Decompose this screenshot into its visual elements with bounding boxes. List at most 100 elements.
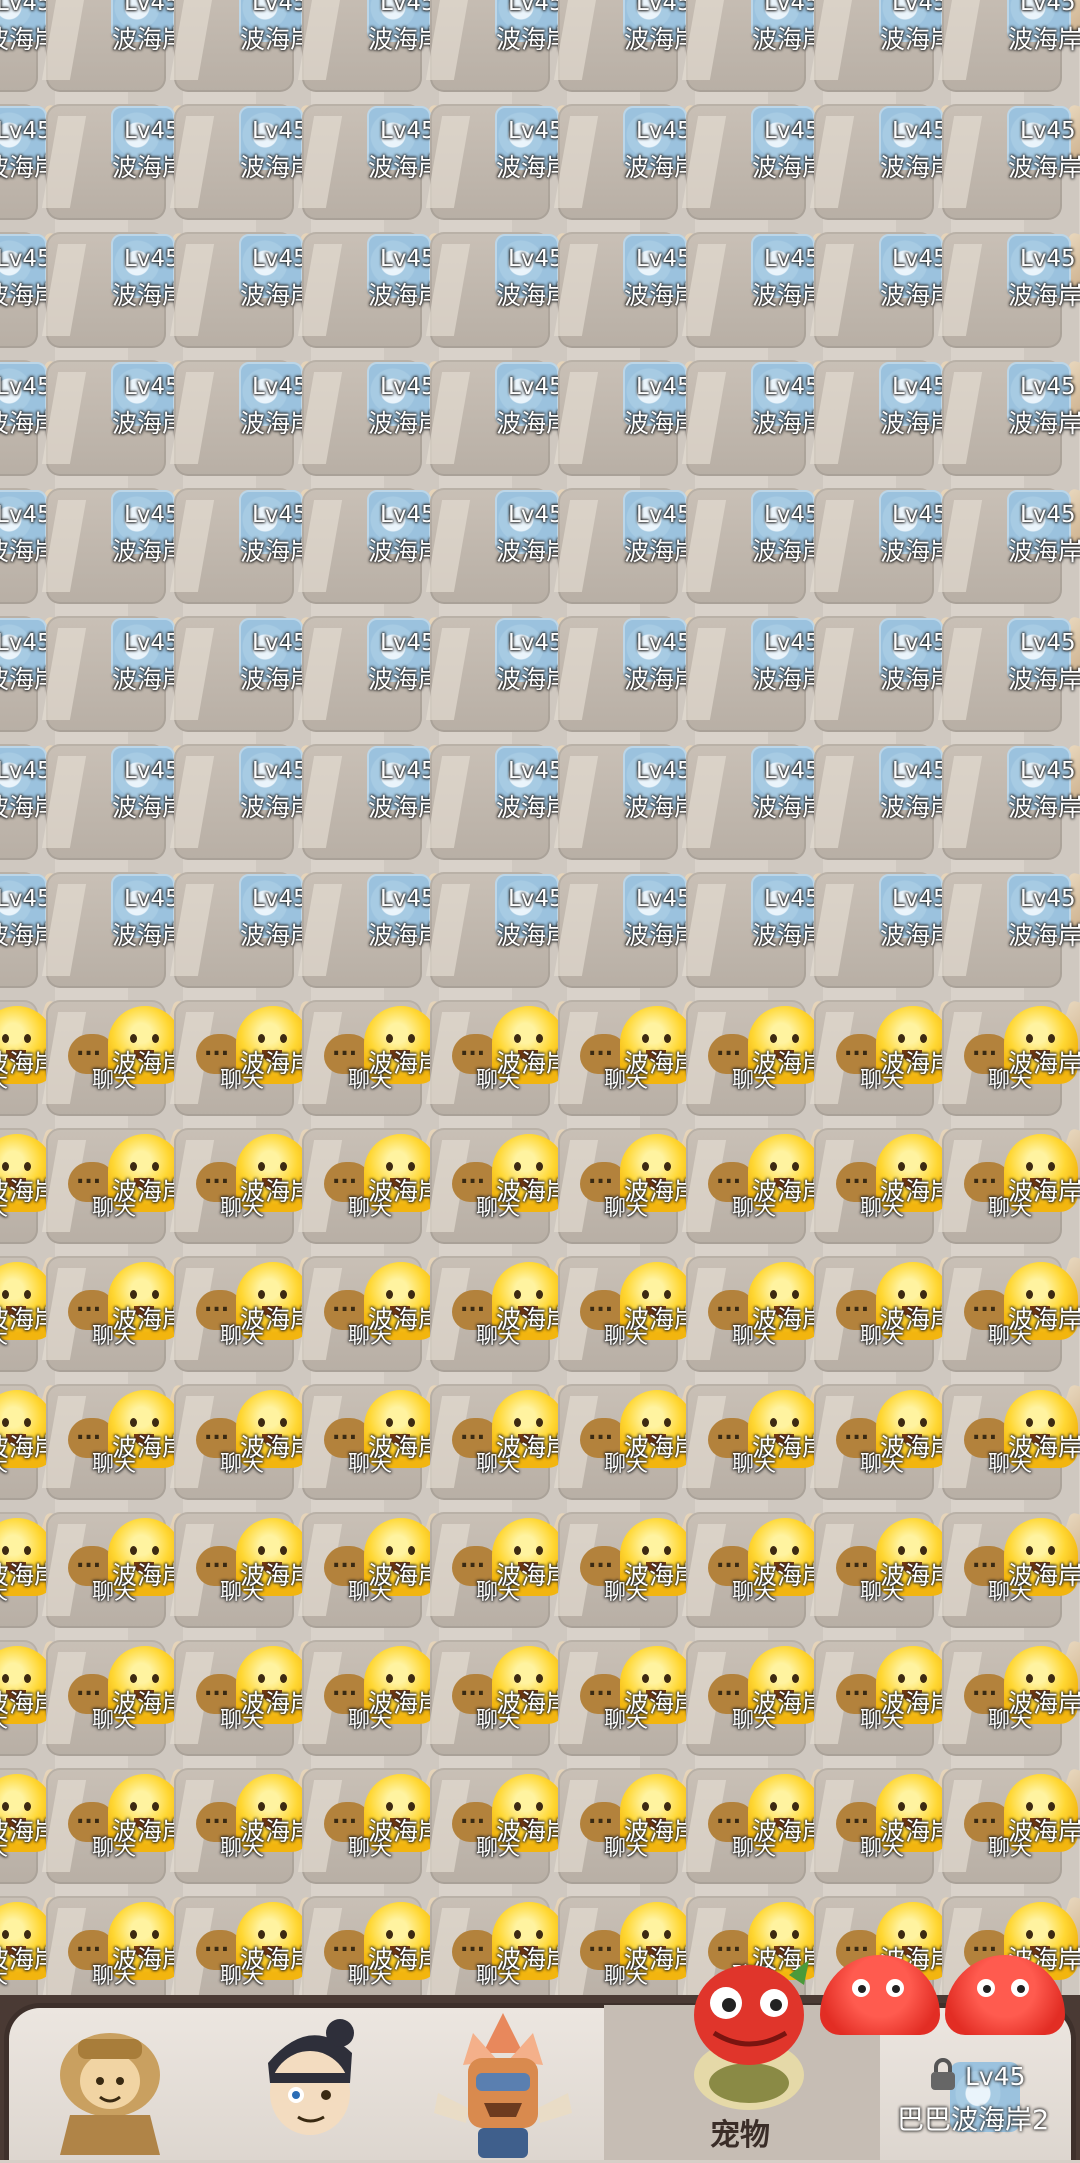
map-tile[interactable]: Lv45波海岸2 <box>41 738 210 866</box>
map-tile[interactable]: Lv45波海岸2 <box>41 0 210 98</box>
map-tile[interactable]: Lv45波海岸2 <box>553 610 722 738</box>
chat-tile[interactable]: 聊天波海岸2 <box>809 1250 978 1378</box>
chat-tile[interactable]: 聊天波海岸2 <box>425 1762 594 1890</box>
map-tile[interactable]: Lv45波海岸2 <box>425 0 594 98</box>
chat-tile[interactable]: 聊天波海岸2 <box>297 1890 466 2000</box>
map-tile[interactable]: Lv45波海岸2 <box>169 482 338 610</box>
map-tile[interactable]: Lv45波海岸2 <box>937 866 1080 994</box>
map-tile[interactable]: Lv45波海岸2 <box>425 738 594 866</box>
map-tile[interactable]: Lv45波海岸2 <box>681 482 850 610</box>
map-tile[interactable]: Lv45波海岸2 <box>809 98 978 226</box>
map-tile[interactable]: Lv45波海岸2 <box>41 226 210 354</box>
map-tile[interactable]: Lv45波海岸2 <box>425 866 594 994</box>
chat-tile[interactable]: 聊天波海岸2 <box>297 1378 466 1506</box>
chat-tile[interactable]: 聊天波海岸2 <box>937 1762 1080 1890</box>
map-tile[interactable]: Lv45波海岸2 <box>41 610 210 738</box>
chat-tile[interactable]: 聊天波海岸2 <box>425 1122 594 1250</box>
chat-tile[interactable]: 聊天波海岸2 <box>425 1890 594 2000</box>
chat-tile[interactable]: 聊天波海岸2 <box>41 1122 210 1250</box>
chat-tile[interactable]: 聊天波海岸2 <box>169 1634 338 1762</box>
chat-tile[interactable]: 聊天波海岸2 <box>41 1250 210 1378</box>
chat-tile[interactable]: 聊天波海岸2 <box>425 1506 594 1634</box>
chat-tile[interactable]: 聊天波海岸2 <box>297 1122 466 1250</box>
map-tile[interactable]: Lv45波海岸2 <box>937 738 1080 866</box>
map-tile[interactable]: Lv45波海岸2 <box>937 482 1080 610</box>
map-tile[interactable]: Lv45波海岸2 <box>297 354 466 482</box>
map-tile[interactable]: Lv45波海岸2 <box>809 354 978 482</box>
map-tile[interactable]: Lv45波海岸2 <box>553 0 722 98</box>
map-tile[interactable]: Lv45波海岸2 <box>41 98 210 226</box>
chat-tile[interactable]: 聊天波海岸2 <box>297 1506 466 1634</box>
chat-tile[interactable]: 聊天波海岸2 <box>169 1890 338 2000</box>
chat-tile[interactable]: 聊天波海岸2 <box>937 1378 1080 1506</box>
map-tile[interactable]: Lv45波海岸2 <box>681 610 850 738</box>
chat-tile[interactable]: 聊天波海岸2 <box>553 1634 722 1762</box>
map-tile[interactable]: Lv45波海岸2 <box>553 98 722 226</box>
chat-tile[interactable]: 聊天波海岸2 <box>809 1762 978 1890</box>
chat-tile[interactable]: 聊天波海岸2 <box>553 994 722 1122</box>
map-tile[interactable]: Lv45波海岸2 <box>937 610 1080 738</box>
map-tile[interactable]: Lv45波海岸2 <box>937 226 1080 354</box>
chat-tile[interactable]: 聊天波海岸2 <box>681 994 850 1122</box>
map-tile[interactable]: Lv45波海岸2 <box>553 354 722 482</box>
chat-tile[interactable]: 聊天波海岸2 <box>553 1506 722 1634</box>
map-tile[interactable]: Lv45波海岸2 <box>297 610 466 738</box>
map-tile[interactable]: Lv45波海岸2 <box>41 482 210 610</box>
nav-item-hero-tiki[interactable] <box>410 2005 590 2160</box>
map-tile[interactable]: Lv45波海岸2 <box>809 482 978 610</box>
map-tile[interactable]: Lv45波海岸2 <box>169 98 338 226</box>
chat-tile[interactable]: 聊天波海岸2 <box>425 994 594 1122</box>
chat-tile[interactable]: 聊天波海岸2 <box>553 1762 722 1890</box>
map-tile[interactable]: Lv45波海岸2 <box>169 226 338 354</box>
map-tile[interactable]: Lv45波海岸2 <box>553 482 722 610</box>
chat-tile[interactable]: 聊天波海岸2 <box>809 994 978 1122</box>
chat-tile[interactable]: 聊天波海岸2 <box>937 1122 1080 1250</box>
map-tile[interactable]: Lv45波海岸2 <box>681 0 850 98</box>
map-tile[interactable]: Lv45波海岸2 <box>297 98 466 226</box>
chat-tile[interactable]: 聊天波海岸2 <box>681 1762 850 1890</box>
map-tile[interactable]: Lv45波海岸2 <box>681 226 850 354</box>
chat-tile[interactable]: 聊天波海岸2 <box>681 1634 850 1762</box>
chat-tile[interactable]: 聊天波海岸2 <box>41 1890 210 2000</box>
map-tile[interactable]: Lv45波海岸2 <box>681 354 850 482</box>
map-tile[interactable]: Lv45波海岸2 <box>809 866 978 994</box>
map-tile[interactable]: Lv45波海岸2 <box>809 738 978 866</box>
chat-tile[interactable]: 聊天波海岸2 <box>809 1506 978 1634</box>
map-tile[interactable]: Lv45波海岸2 <box>297 738 466 866</box>
chat-tile[interactable]: 聊天波海岸2 <box>937 1634 1080 1762</box>
map-tile[interactable]: Lv45波海岸2 <box>425 226 594 354</box>
map-tile[interactable]: Lv45波海岸2 <box>425 98 594 226</box>
map-tile[interactable]: Lv45波海岸2 <box>553 226 722 354</box>
map-tile[interactable]: Lv45波海岸2 <box>425 354 594 482</box>
map-tile[interactable]: Lv45波海岸2 <box>297 0 466 98</box>
chat-tile[interactable]: 聊天波海岸2 <box>169 994 338 1122</box>
nav-item-hero-lion[interactable] <box>20 2005 200 2160</box>
chat-tile[interactable]: 聊天波海岸2 <box>937 994 1080 1122</box>
chat-tile[interactable]: 聊天波海岸2 <box>553 1378 722 1506</box>
chat-tile[interactable]: 聊天波海岸2 <box>169 1250 338 1378</box>
chat-tile[interactable]: 聊天波海岸2 <box>809 1634 978 1762</box>
map-tile[interactable]: Lv45波海岸2 <box>169 866 338 994</box>
chat-tile[interactable]: 聊天波海岸2 <box>681 1506 850 1634</box>
chat-tile[interactable]: 聊天波海岸2 <box>297 1250 466 1378</box>
chat-tile[interactable]: 聊天波海岸2 <box>169 1378 338 1506</box>
chat-tile[interactable]: 聊天波海岸2 <box>41 1762 210 1890</box>
chat-tile[interactable]: 聊天波海岸2 <box>41 994 210 1122</box>
map-tile[interactable]: Lv45波海岸2 <box>169 354 338 482</box>
nav-item-hero-ninja[interactable] <box>220 2005 400 2160</box>
chat-tile[interactable]: 聊天波海岸2 <box>169 1506 338 1634</box>
map-tile[interactable]: Lv45波海岸2 <box>553 866 722 994</box>
chat-tile[interactable]: 聊天波海岸2 <box>41 1634 210 1762</box>
chat-tile[interactable]: 聊天波海岸2 <box>681 1378 850 1506</box>
chat-tile[interactable]: 聊天波海岸2 <box>41 1378 210 1506</box>
chat-tile[interactable]: 聊天波海岸2 <box>297 994 466 1122</box>
map-tile[interactable]: Lv45波海岸2 <box>41 866 210 994</box>
map-tile[interactable]: Lv45波海岸2 <box>41 354 210 482</box>
chat-tile[interactable]: 聊天波海岸2 <box>169 1122 338 1250</box>
map-tile[interactable]: Lv45波海岸2 <box>937 354 1080 482</box>
chat-tile[interactable]: 聊天波海岸2 <box>297 1762 466 1890</box>
chat-tile[interactable]: 聊天波海岸2 <box>937 1506 1080 1634</box>
chat-tile[interactable]: 聊天波海岸2 <box>297 1634 466 1762</box>
chat-tile[interactable]: 聊天波海岸2 <box>425 1250 594 1378</box>
map-tile[interactable]: Lv45波海岸2 <box>681 738 850 866</box>
